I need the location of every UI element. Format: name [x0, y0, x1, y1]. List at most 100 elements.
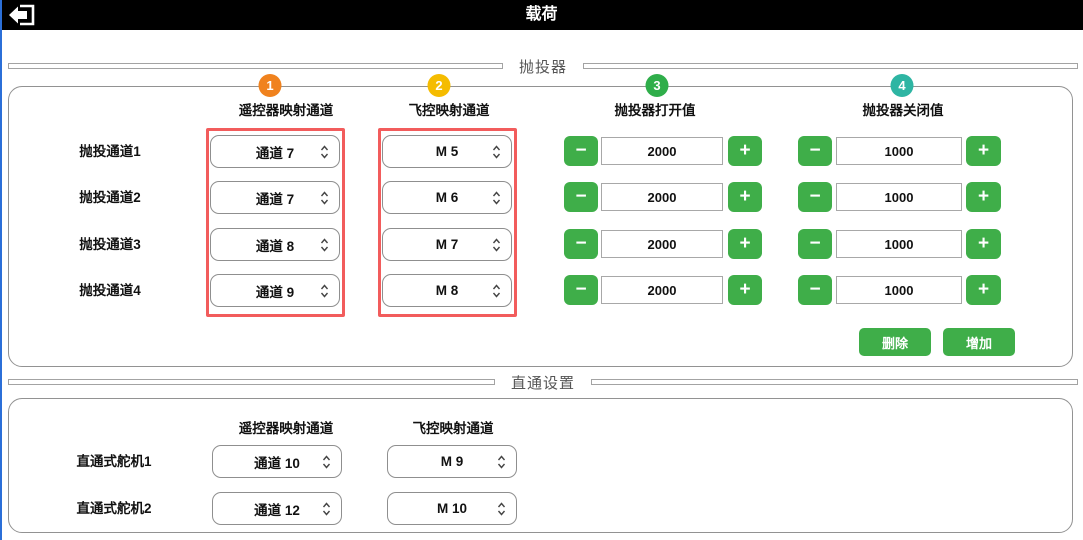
- select-chevrons-icon: [322, 501, 331, 517]
- thrower-row-2: 抛投通道2 通道 7 M 6 − + − +: [9, 181, 1072, 214]
- minus-icon: −: [809, 140, 820, 161]
- close-value-increase-button[interactable]: +: [966, 275, 1001, 305]
- select-value: 通道 12: [254, 499, 300, 519]
- minus-icon: −: [575, 233, 586, 254]
- open-value-decrease-button[interactable]: −: [564, 136, 598, 166]
- select-value: 通道 7: [256, 142, 294, 162]
- column-header-open-value: 抛投器打开值: [615, 99, 696, 119]
- annotation-badge-2: 2: [428, 74, 451, 97]
- annotation-badge-4: 4: [891, 74, 914, 97]
- divider-line: [8, 63, 503, 69]
- plus-icon: +: [739, 233, 750, 254]
- select-chevrons-icon: [492, 144, 501, 160]
- annotation-badge-1: 1: [259, 74, 282, 97]
- select-chevrons-icon: [492, 190, 501, 206]
- select-chevrons-icon: [320, 144, 329, 160]
- close-value-decrease-button[interactable]: −: [798, 275, 832, 305]
- open-value-input[interactable]: [601, 230, 723, 258]
- thrower-row-3: 抛投通道3 通道 8 M 7 − + − +: [9, 228, 1072, 261]
- close-value-input[interactable]: [836, 137, 962, 165]
- select-value: M 8: [436, 283, 459, 298]
- select-chevrons-icon: [497, 454, 506, 470]
- payload-settings-page: 载荷 抛投器 1 2 3 4 遥控器映射通道 飞控映射通道 抛投器打开值 抛投器…: [0, 0, 1083, 540]
- select-value: M 5: [436, 144, 459, 159]
- open-value-increase-button[interactable]: +: [728, 229, 762, 259]
- window-edge-line: [0, 0, 2, 540]
- passthrough-panel: 遥控器映射通道 飞控映射通道 直通式舵机1 通道 10 M 9 直通式舵机2 通…: [8, 398, 1073, 533]
- select-value: M 9: [441, 454, 464, 469]
- divider-line: [591, 379, 1078, 385]
- plus-icon: +: [978, 186, 989, 207]
- rc-channel-select[interactable]: 通道 9: [210, 274, 340, 307]
- close-value-input[interactable]: [836, 276, 962, 304]
- open-value-decrease-button[interactable]: −: [564, 275, 598, 305]
- close-value-input[interactable]: [836, 230, 962, 258]
- fc-channel-select[interactable]: M 5: [382, 135, 512, 168]
- open-value-decrease-button[interactable]: −: [564, 182, 598, 212]
- column-header-close-value: 抛投器关闭值: [863, 99, 944, 119]
- select-chevrons-icon: [492, 283, 501, 299]
- plus-icon: +: [739, 186, 750, 207]
- rc-channel-select[interactable]: 通道 12: [212, 492, 342, 525]
- close-value-increase-button[interactable]: +: [966, 229, 1001, 259]
- close-value-input[interactable]: [836, 183, 962, 211]
- rc-channel-select[interactable]: 通道 10: [212, 445, 342, 478]
- fc-channel-select[interactable]: M 7: [382, 228, 512, 261]
- select-chevrons-icon: [492, 237, 501, 253]
- passthrough-row-1: 直通式舵机1 通道 10 M 9: [9, 445, 1072, 478]
- minus-icon: −: [575, 140, 586, 161]
- column-header-fc-channel: 飞控映射通道: [413, 417, 494, 437]
- open-value-input[interactable]: [601, 137, 723, 165]
- plus-icon: +: [978, 279, 989, 300]
- rc-channel-select[interactable]: 通道 8: [210, 228, 340, 261]
- row-label: 抛投通道3: [49, 228, 171, 261]
- column-header-rc-channel: 遥控器映射通道: [239, 99, 334, 119]
- open-value-increase-button[interactable]: +: [728, 275, 762, 305]
- fc-channel-select[interactable]: M 10: [387, 492, 517, 525]
- row-label: 抛投通道1: [49, 135, 171, 168]
- plus-icon: +: [978, 140, 989, 161]
- close-value-decrease-button[interactable]: −: [798, 229, 832, 259]
- row-label: 直通式舵机2: [49, 492, 179, 525]
- fc-channel-select[interactable]: M 8: [382, 274, 512, 307]
- thrower-panel: 1 2 3 4 遥控器映射通道 飞控映射通道 抛投器打开值 抛投器关闭值 抛投通…: [8, 86, 1073, 367]
- thrower-section-title: 抛投器: [519, 56, 567, 77]
- select-chevrons-icon: [320, 237, 329, 253]
- plus-icon: +: [739, 140, 750, 161]
- minus-icon: −: [575, 279, 586, 300]
- select-value: M 10: [437, 501, 467, 516]
- close-value-increase-button[interactable]: +: [966, 182, 1001, 212]
- select-chevrons-icon: [320, 283, 329, 299]
- page-title: 载荷: [0, 0, 1083, 30]
- plus-icon: +: [739, 279, 750, 300]
- row-label: 抛投通道4: [49, 274, 171, 307]
- rc-channel-select[interactable]: 通道 7: [210, 181, 340, 214]
- delete-button[interactable]: 删除: [859, 328, 931, 356]
- thrower-section-divider: 抛投器: [8, 56, 1078, 76]
- fc-channel-select[interactable]: M 6: [382, 181, 512, 214]
- passthrough-section-divider: 直通设置: [8, 372, 1078, 392]
- select-chevrons-icon: [497, 501, 506, 517]
- fc-channel-select[interactable]: M 9: [387, 445, 517, 478]
- minus-icon: −: [809, 186, 820, 207]
- minus-icon: −: [809, 233, 820, 254]
- thrower-row-1: 抛投通道1 通道 7 M 5 − + − +: [9, 135, 1072, 168]
- select-chevrons-icon: [320, 190, 329, 206]
- select-value: 通道 7: [256, 188, 294, 208]
- select-value: 通道 9: [256, 281, 294, 301]
- rc-channel-select[interactable]: 通道 7: [210, 135, 340, 168]
- close-value-increase-button[interactable]: +: [966, 136, 1001, 166]
- open-value-input[interactable]: [601, 276, 723, 304]
- close-value-decrease-button[interactable]: −: [798, 136, 832, 166]
- open-value-increase-button[interactable]: +: [728, 182, 762, 212]
- close-value-decrease-button[interactable]: −: [798, 182, 832, 212]
- add-button[interactable]: 增加: [943, 328, 1015, 356]
- open-value-decrease-button[interactable]: −: [564, 229, 598, 259]
- open-value-input[interactable]: [601, 183, 723, 211]
- passthrough-row-2: 直通式舵机2 通道 12 M 10: [9, 492, 1072, 525]
- thrower-row-4: 抛投通道4 通道 9 M 8 − + − +: [9, 274, 1072, 307]
- open-value-increase-button[interactable]: +: [728, 136, 762, 166]
- select-chevrons-icon: [322, 454, 331, 470]
- passthrough-section-title: 直通设置: [511, 372, 575, 393]
- minus-icon: −: [575, 186, 586, 207]
